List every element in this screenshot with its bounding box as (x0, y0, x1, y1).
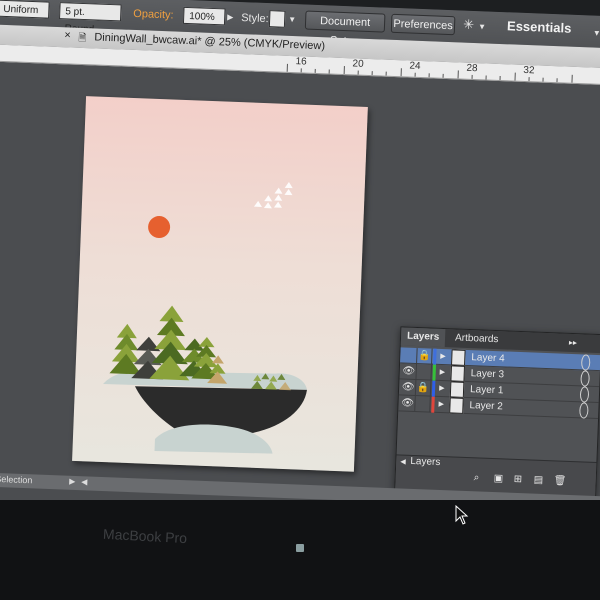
expand-triangle-icon[interactable]: ▶ (439, 381, 448, 397)
layer-target-icon[interactable] (580, 370, 590, 387)
expand-triangle-icon[interactable]: ▶ (440, 349, 449, 365)
style-label: Style: (240, 12, 269, 26)
eye-icon[interactable]: 👁 (400, 395, 416, 413)
opacity-field[interactable]: 100% (182, 6, 226, 26)
visibility-toggle[interactable] (402, 347, 418, 365)
layer-thumbnail (449, 397, 464, 414)
opacity-value: 100% (189, 11, 215, 24)
laptop-bezel: MacBook Pro (0, 500, 600, 600)
lock-toggle[interactable] (416, 364, 433, 381)
layer-name[interactable]: Layer 4 (471, 350, 505, 367)
arrange-documents-icon[interactable]: ✳ (463, 17, 474, 33)
expand-triangle-icon[interactable]: ▶ (439, 365, 448, 381)
webcam-indicator (296, 544, 304, 552)
lock-icon[interactable]: 🔒 (415, 380, 432, 397)
close-icon[interactable]: × (64, 29, 71, 41)
layer-name[interactable]: Layer 3 (470, 366, 505, 383)
locate-object-icon[interactable]: ⌕ (474, 472, 480, 483)
bezel-brand-label: MacBook Pro (102, 525, 188, 547)
document-setup-button[interactable]: Document Setup (304, 10, 386, 48)
workspace-chevron-down-icon[interactable]: ▼ (593, 26, 600, 42)
eye-icon[interactable]: 👁 (401, 363, 418, 381)
layer-color-indicator (431, 380, 436, 397)
layer-thumbnail (450, 365, 466, 382)
lock-icon[interactable]: 🔒 (417, 348, 433, 365)
layer-name[interactable]: Layer 2 (469, 398, 503, 415)
mouse-pointer-icon (455, 505, 469, 525)
workspace-switcher[interactable]: Essentials (507, 18, 572, 35)
layer-target-icon[interactable] (579, 386, 590, 403)
footer-layers-label: Layers (410, 455, 441, 469)
document-icon: 🗎 (78, 32, 87, 45)
layer-color-indicator (433, 348, 437, 365)
layer-color-indicator (432, 364, 437, 381)
collapse-triangle-icon[interactable]: ◀ (400, 457, 406, 465)
expand-triangle-icon[interactable]: ▶ (438, 397, 447, 413)
tab-layers[interactable]: Layers (400, 327, 446, 348)
preferences-button[interactable]: Preferences (390, 13, 456, 36)
arrange-chevron-down-icon[interactable]: ▼ (478, 19, 487, 35)
opacity-arrow-icon[interactable]: ▶ (227, 10, 234, 26)
layer-name[interactable]: Layer 1 (470, 382, 504, 399)
tab-artboards[interactable]: Artboards (449, 329, 505, 349)
status-arrow-icon[interactable]: ▶ (69, 477, 75, 486)
opacity-label[interactable]: Opacity: (133, 6, 174, 24)
stars-shape (253, 181, 293, 209)
artboard[interactable] (72, 96, 368, 472)
trash-icon[interactable]: 🗑 (553, 475, 566, 486)
layer-color-indicator (431, 396, 435, 413)
style-chevron-down-icon[interactable]: ▼ (288, 12, 297, 28)
illustration-artwork (103, 181, 307, 454)
eye-icon[interactable]: 👁 (400, 379, 417, 397)
sun-shape (148, 216, 171, 239)
stroke-profile-value: Uniform (3, 3, 39, 17)
new-layer-icon[interactable]: ▤ (533, 475, 543, 486)
layer-target-icon[interactable] (579, 402, 589, 419)
layer-target-icon[interactable] (580, 354, 591, 371)
make-clipping-mask-icon[interactable]: ▣ (493, 473, 503, 484)
status-scroll-left-icon[interactable]: ◀ (81, 477, 87, 486)
layer-thumbnail (451, 349, 466, 366)
tree-shape (149, 305, 190, 381)
layers-panel[interactable]: Layers Artboards ▸▸ 🔒 ▶ Layer 4 👁 ▶ Laye… (394, 326, 600, 499)
panel-menu-icon[interactable]: ▸▸ (563, 334, 584, 353)
current-tool-label: Selection (0, 473, 33, 486)
layer-thumbnail (449, 381, 465, 398)
new-sublayer-icon[interactable]: ⊞ (513, 474, 522, 485)
lock-toggle[interactable] (415, 396, 431, 413)
illustrator-window: Uniform 5 pt. Round Opacity: 100% ▶ Styl… (0, 0, 600, 577)
brush-dropdown[interactable]: 5 pt. Round (59, 2, 122, 35)
stroke-profile-dropdown[interactable]: Uniform (0, 0, 50, 19)
style-swatch[interactable] (268, 10, 286, 28)
preferences-label: Preferences (393, 17, 453, 33)
